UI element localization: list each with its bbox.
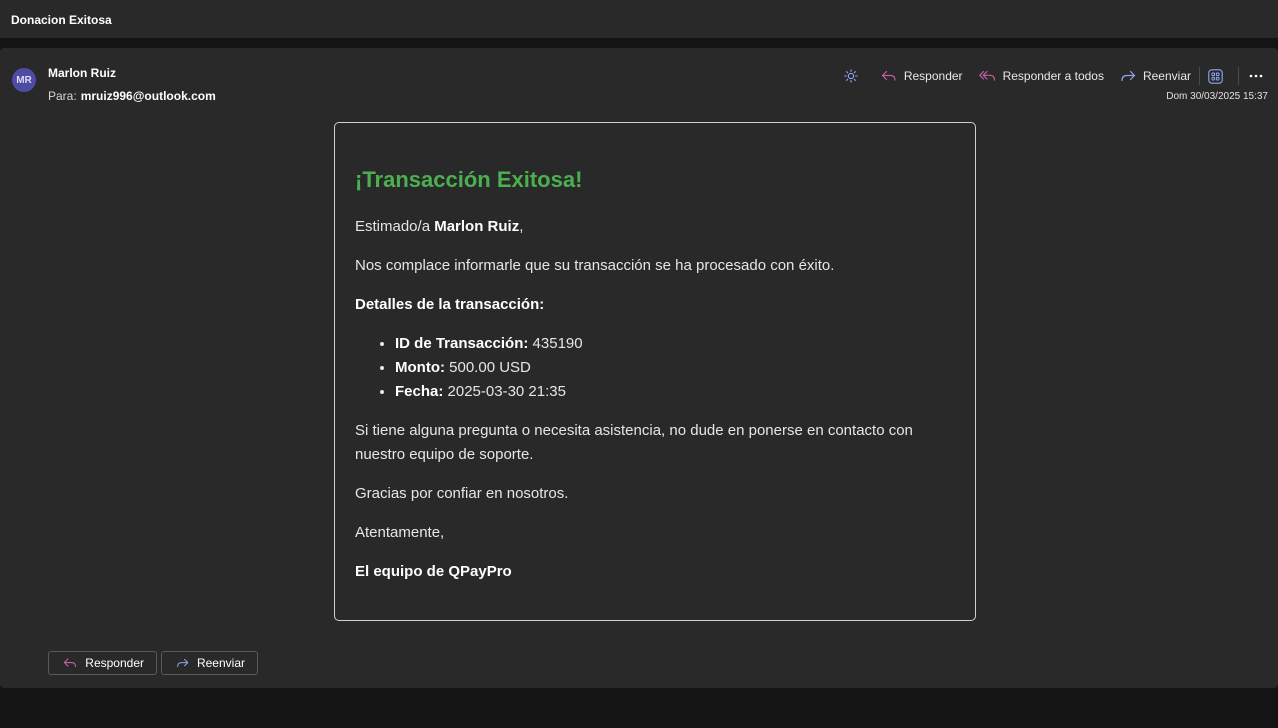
- more-icon: [1249, 74, 1263, 78]
- to-label: Para:: [48, 89, 77, 103]
- reply-label: Responder: [903, 69, 963, 83]
- apps-button[interactable]: [1208, 68, 1230, 84]
- detail-value: 2025-03-30 21:35: [443, 383, 566, 400]
- sun-icon: [844, 69, 858, 83]
- footer-reply-button[interactable]: Responder: [48, 651, 157, 675]
- email-subject: Donacion Exitosa: [11, 13, 112, 27]
- email-body: ¡Transacción Exitosa! Estimado/a Marlon …: [334, 122, 976, 621]
- details-list: ID de Transacción: 435190 Monto: 500.00 …: [355, 332, 583, 404]
- forward-icon: [1121, 70, 1136, 82]
- list-item: ID de Transacción: 435190: [395, 332, 583, 356]
- reply-all-label: Responder a todos: [1002, 69, 1104, 83]
- detail-label: Fecha:: [395, 383, 444, 400]
- closing-text: Atentamente,: [355, 524, 445, 541]
- thanks-text: Gracias por confiar en nosotros.: [355, 485, 569, 502]
- sender-name[interactable]: Marlon Ruiz: [48, 66, 116, 80]
- reply-icon: [881, 70, 896, 81]
- reply-icon: [63, 658, 77, 668]
- apps-icon: [1208, 68, 1223, 84]
- message-date: Dom 30/03/2025 15:37: [1166, 91, 1268, 102]
- footer-forward-button[interactable]: Reenviar: [161, 651, 258, 675]
- reply-button[interactable]: Responder: [881, 69, 963, 83]
- footer-forward-label: Reenviar: [196, 656, 245, 670]
- support-line-1: Si tiene alguna pregunta o necesita asis…: [355, 422, 913, 439]
- recipient-line: Para: mruiz996@outlook.com: [48, 89, 216, 103]
- forward-icon: [177, 658, 189, 668]
- detail-value: 500.00 USD: [444, 359, 531, 376]
- signature: El equipo de QPayPro: [355, 560, 512, 584]
- details-heading-text: Detalles de la transacción:: [355, 296, 545, 313]
- forward-label: Reenviar: [1142, 69, 1191, 83]
- action-divider: [1199, 67, 1200, 85]
- reply-all-icon: [978, 70, 995, 81]
- avatar[interactable]: MR: [12, 68, 36, 92]
- details-heading: Detalles de la transacción:: [355, 293, 544, 317]
- greeting-suffix: ,: [519, 218, 524, 235]
- message-actions: Responder Responder a todos Reenviar: [828, 66, 1270, 86]
- detail-label: ID de Transacción:: [395, 335, 529, 352]
- list-item: Fecha: 2025-03-30 21:35: [395, 380, 583, 404]
- detail-value: 435190: [528, 335, 583, 352]
- body-title: ¡Transacción Exitosa!: [355, 167, 583, 192]
- forward-button[interactable]: Reenviar: [1120, 69, 1191, 83]
- list-item: Monto: 500.00 USD: [395, 356, 583, 380]
- intro-text: Nos complace informarle que su transacci…: [355, 257, 835, 274]
- message-card: MR Marlon Ruiz Para: mruiz996@outlook.com…: [0, 48, 1278, 688]
- sun-icon-button[interactable]: [844, 69, 865, 83]
- subject-bar: Donacion Exitosa: [0, 0, 1278, 38]
- greeting-name: Marlon Ruiz: [434, 218, 520, 235]
- action-divider-2: [1238, 67, 1239, 85]
- greeting-prefix: Estimado/a: [355, 218, 435, 235]
- to-address[interactable]: mruiz996@outlook.com: [81, 89, 216, 103]
- footer-reply-label: Responder: [85, 656, 144, 670]
- support-text: Si tiene alguna pregunta o necesita asis…: [355, 419, 913, 467]
- greeting: Estimado/a Marlon Ruiz,: [355, 215, 523, 239]
- more-options-button[interactable]: [1249, 69, 1270, 83]
- detail-label: Monto:: [395, 359, 445, 376]
- signature-text: El equipo de QPayPro: [355, 563, 512, 580]
- reply-all-button[interactable]: Responder a todos: [978, 69, 1104, 83]
- support-line-2: nuestro equipo de soporte.: [355, 446, 534, 463]
